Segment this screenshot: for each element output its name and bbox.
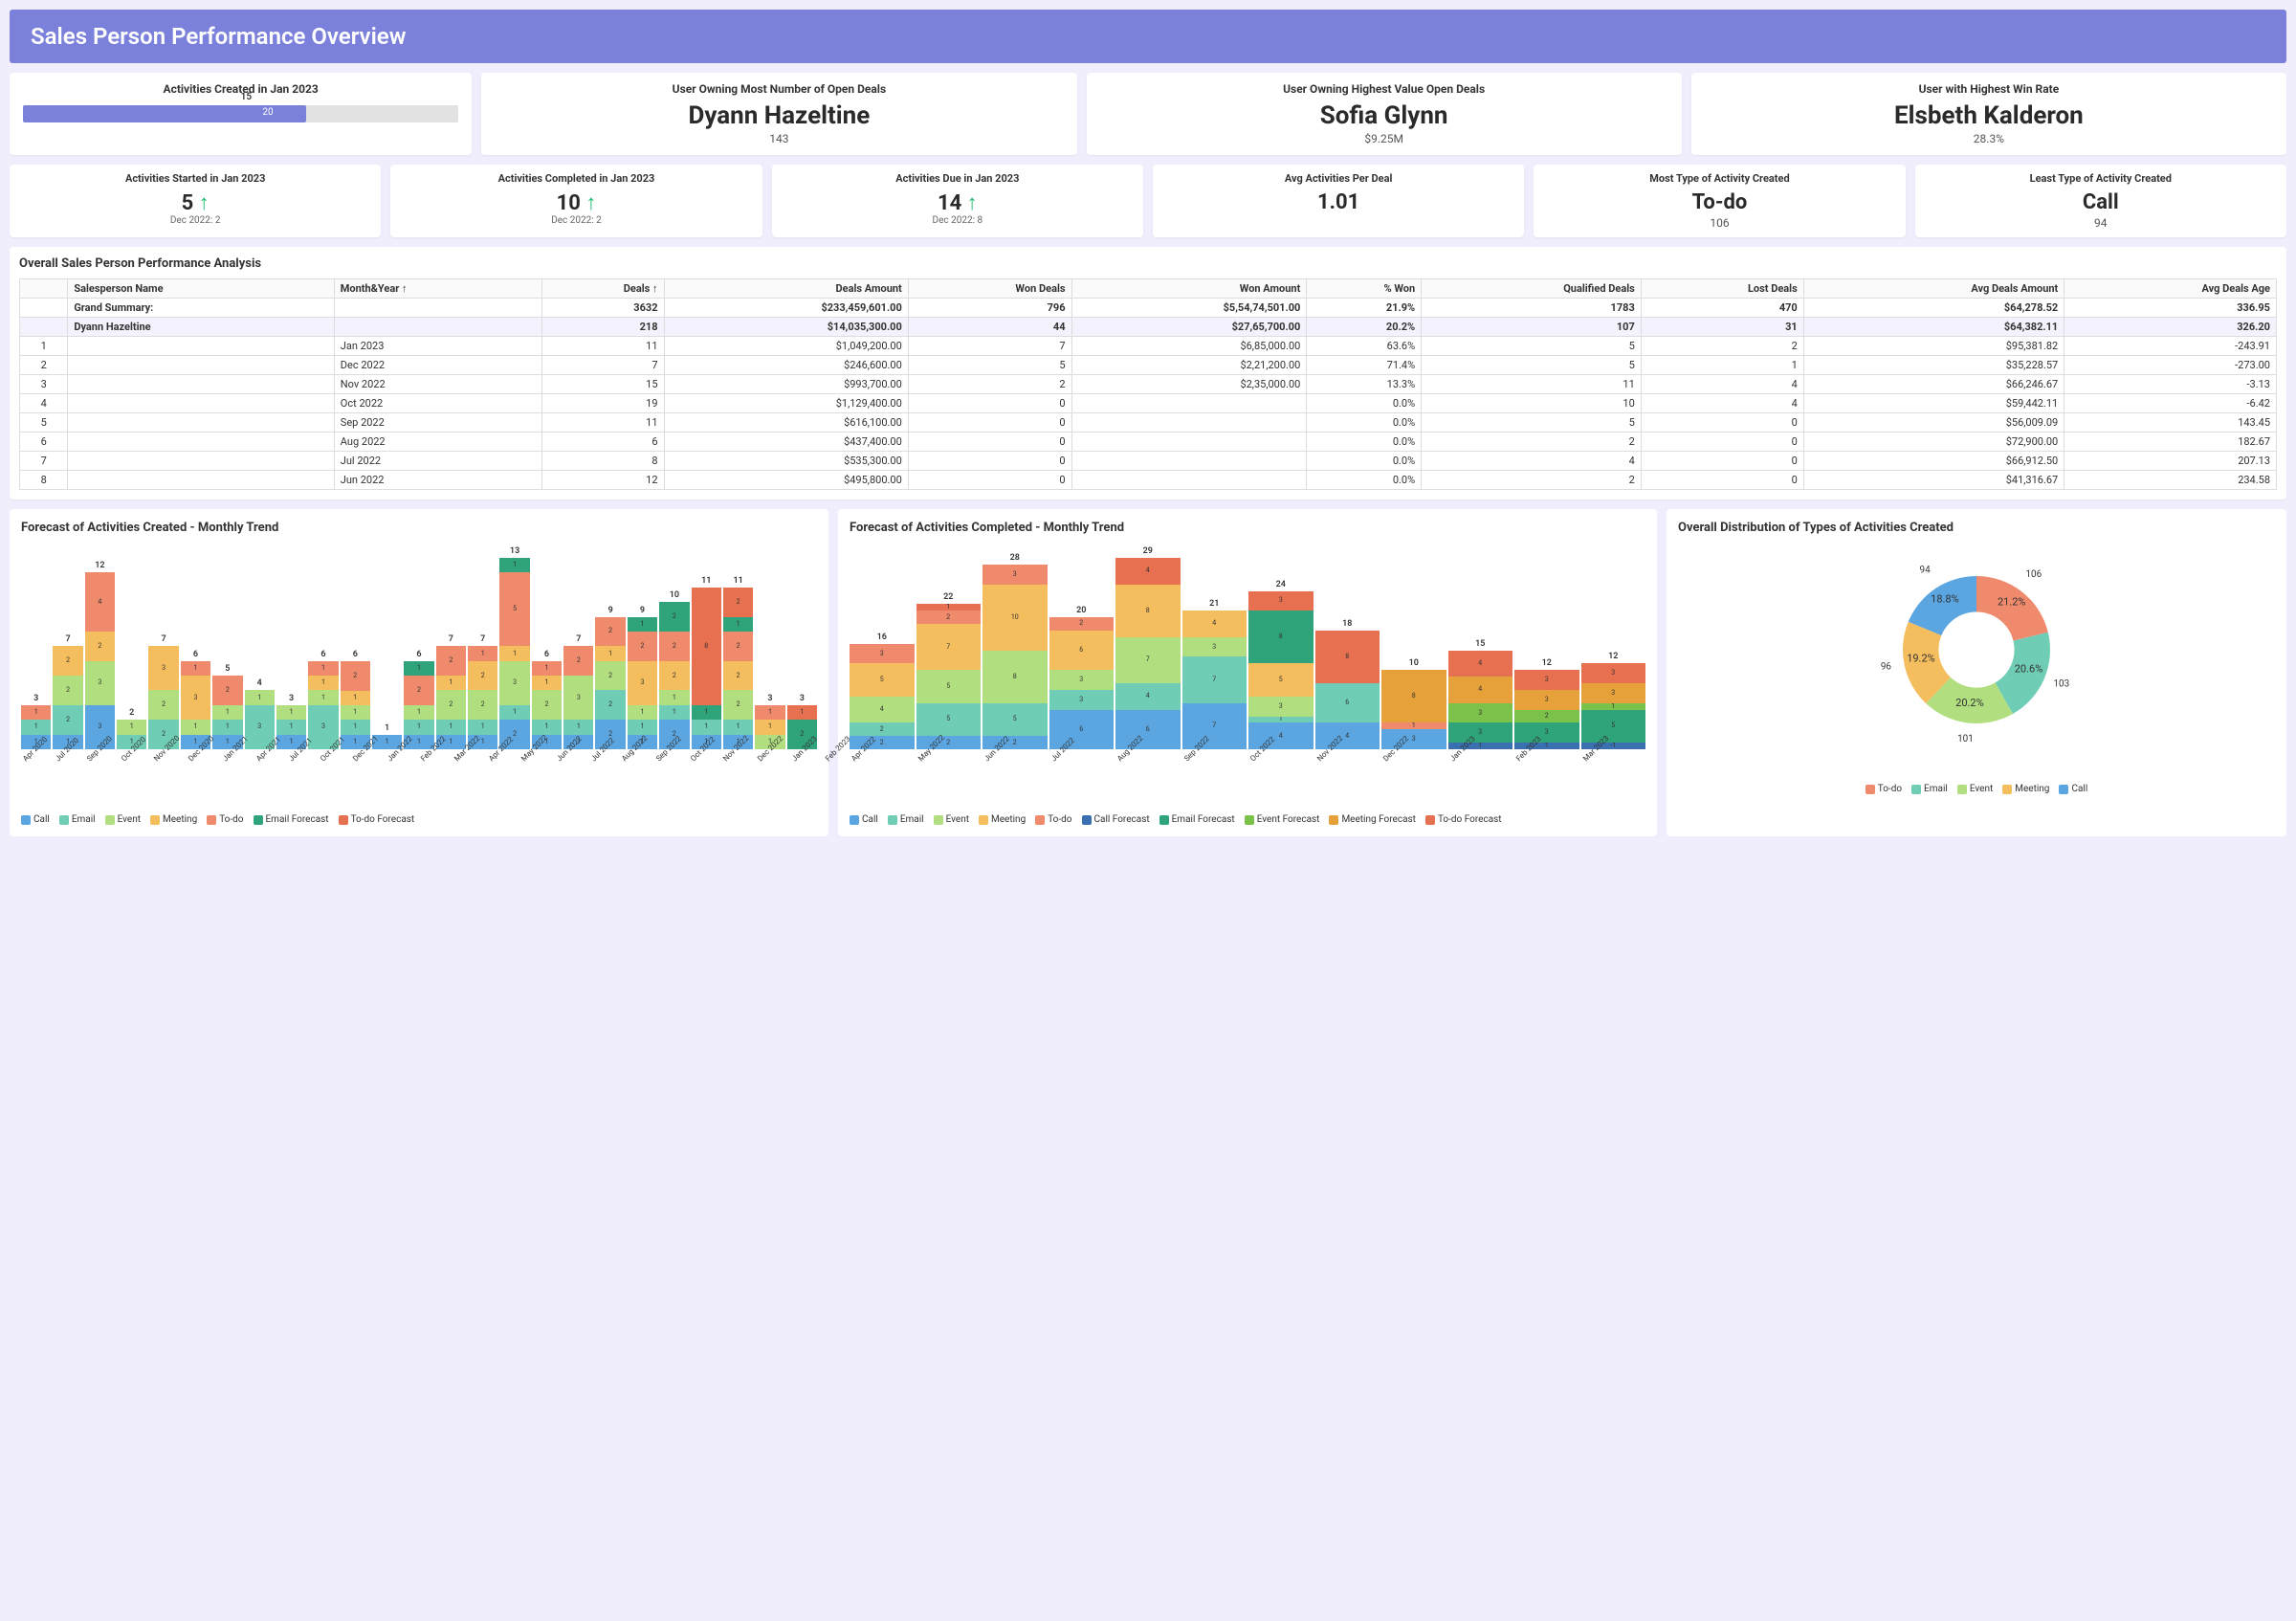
kpi-due: Activities Due in Jan 2023 14 ↑ Dec 2022… <box>772 165 1143 237</box>
table-header[interactable]: Avg Deals Age <box>2064 279 2277 299</box>
table-row[interactable]: Grand Summary:3632$233,459,601.00796$5,5… <box>20 299 2277 318</box>
table-row[interactable]: 7Jul 20228$535,300.0000.0%40$66,912.5020… <box>20 452 2277 471</box>
kpi-least-type: Least Type of Activity Created Call 94 <box>1915 165 2286 237</box>
svg-text:96: 96 <box>1881 662 1892 673</box>
svg-text:103: 103 <box>2053 678 2069 689</box>
svg-text:19.2%: 19.2% <box>1907 653 1935 665</box>
table-header[interactable]: Salesperson Name <box>68 279 334 299</box>
table-header[interactable]: Avg Deals Amount <box>1803 279 2064 299</box>
table-header[interactable]: Deals Amount <box>664 279 908 299</box>
svg-text:21.2%: 21.2% <box>1998 595 2026 608</box>
chart-created-trend: Forecast of Activities Created - Monthly… <box>10 509 828 836</box>
table-row[interactable]: Dyann Hazeltine218$14,035,300.0044$27,65… <box>20 318 2277 337</box>
trend-up-icon: ↑ <box>585 191 596 215</box>
page-title: Sales Person Performance Overview <box>10 10 2286 63</box>
performance-table-card: Overall Sales Person Performance Analysi… <box>10 247 2286 500</box>
table-row[interactable]: 6Aug 20226$437,400.0000.0%20$72,900.0018… <box>20 433 2277 452</box>
kpi-most-type: Most Type of Activity Created To-do 106 <box>1534 165 1905 237</box>
table-header[interactable]: % Won <box>1307 279 1422 299</box>
table-header[interactable]: Won Deals <box>908 279 1071 299</box>
kpi-activities-created: Activities Created in Jan 2023 15 20 <box>10 73 472 155</box>
svg-text:20.2%: 20.2% <box>1955 697 1984 709</box>
table-header[interactable]: Month&Year ↑ <box>334 279 541 299</box>
table-row[interactable]: 5Sep 202211$616,100.0000.0%50$56,009.091… <box>20 413 2277 433</box>
table-header[interactable]: Qualified Deals <box>1422 279 1642 299</box>
chart-donut: Overall Distribution of Types of Activit… <box>1667 509 2286 836</box>
svg-text:18.8%: 18.8% <box>1931 593 1959 606</box>
svg-text:20.6%: 20.6% <box>2015 663 2043 676</box>
kpi-started: Activities Started in Jan 2023 5 ↑ Dec 2… <box>10 165 381 237</box>
trend-up-icon: ↑ <box>199 191 210 215</box>
kpi-completed: Activities Completed in Jan 2023 10 ↑ De… <box>390 165 762 237</box>
table-header[interactable] <box>20 279 68 299</box>
table-row[interactable]: 2Dec 20227$246,600.005$2,21,200.0071.4%5… <box>20 356 2277 375</box>
kpi-highest-value-open: User Owning Highest Value Open Deals Sof… <box>1087 73 1682 155</box>
chart-completed-trend: Forecast of Activities Completed - Month… <box>838 509 1657 836</box>
performance-table[interactable]: Salesperson NameMonth&Year ↑Deals ↑Deals… <box>19 278 2277 490</box>
table-row[interactable]: 1Jan 202311$1,049,200.007$6,85,000.0063.… <box>20 337 2277 356</box>
table-header[interactable]: Deals ↑ <box>541 279 664 299</box>
kpi-highest-win-rate: User with Highest Win Rate Elsbeth Kalde… <box>1691 73 2286 155</box>
table-row[interactable]: 4Oct 202219$1,129,400.0000.0%104$59,442.… <box>20 394 2277 413</box>
kpi-most-open-deals: User Owning Most Number of Open Deals Dy… <box>481 73 1076 155</box>
table-header[interactable]: Lost Deals <box>1641 279 1803 299</box>
table-header[interactable]: Won Amount <box>1071 279 1307 299</box>
table-row[interactable]: 8Jun 202212$495,800.0000.0%20$41,316.672… <box>20 471 2277 490</box>
svg-text:106: 106 <box>2025 569 2042 580</box>
table-row[interactable]: 3Nov 202215$993,700.002$2,35,000.0013.3%… <box>20 375 2277 394</box>
svg-text:101: 101 <box>1957 734 1974 744</box>
svg-text:94: 94 <box>1920 566 1932 576</box>
trend-up-icon: ↑ <box>967 191 978 215</box>
kpi-avg-per-deal: Avg Activities Per Deal 1.01 <box>1153 165 1524 237</box>
